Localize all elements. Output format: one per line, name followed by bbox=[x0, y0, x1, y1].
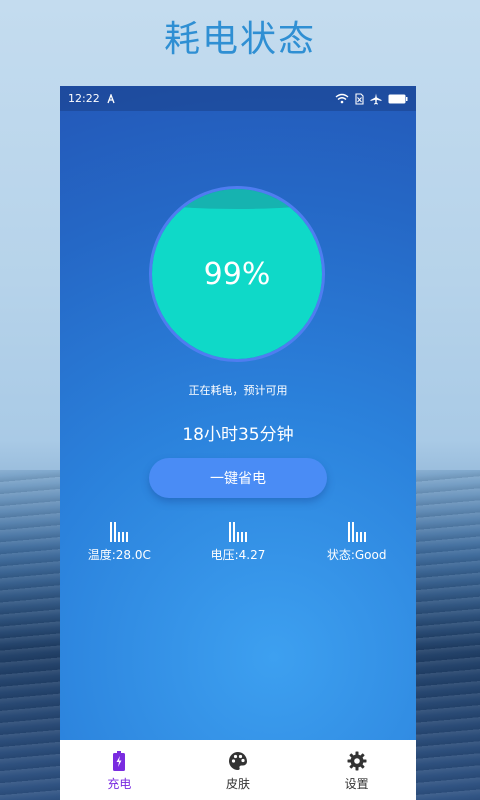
bottom-tab-bar: 充电 皮肤 设置 bbox=[60, 740, 416, 800]
remaining-time: 18小时35分钟 bbox=[182, 425, 294, 445]
page-headline: 耗电状态 bbox=[163, 19, 316, 60]
signal-bars-icon bbox=[347, 520, 366, 542]
stat-temperature: 温度:28.0C bbox=[60, 520, 179, 563]
battery-percent: 99% bbox=[203, 257, 271, 292]
battery-wave-crest bbox=[152, 189, 322, 209]
gear-icon bbox=[347, 749, 367, 773]
tab-charge-label: 充电 bbox=[107, 776, 132, 791]
tab-charge[interactable]: 充电 bbox=[60, 740, 179, 800]
one-key-save-button[interactable]: 一键省电 bbox=[149, 458, 327, 498]
signal-bars-icon bbox=[110, 520, 129, 542]
stat-health-label: 状态:Good bbox=[326, 548, 387, 562]
battery-level-gauge: 99% bbox=[149, 186, 325, 362]
palette-icon bbox=[228, 749, 248, 773]
status-time: 12:22 bbox=[68, 92, 100, 105]
tab-settings[interactable]: 设置 bbox=[297, 740, 416, 800]
tab-settings-label: 设置 bbox=[344, 776, 369, 791]
signal-bars-icon bbox=[229, 520, 247, 542]
stat-voltage: 电压:4.27 bbox=[179, 520, 298, 563]
battery-charging-icon bbox=[113, 749, 126, 773]
battery-stats: 温度:28.0C 电压:4.27 状态:Good bbox=[60, 520, 416, 563]
tab-skin[interactable]: 皮肤 bbox=[179, 740, 298, 800]
stat-health: 状态:Good bbox=[297, 520, 416, 563]
drain-status-text: 正在耗电，预计可用 bbox=[188, 384, 288, 397]
status-bar: 12:22 bbox=[60, 86, 416, 111]
phone-screen: 12:22 99% 正在耗电，预计可用 18小时35分钟 一键省电 温度:28.… bbox=[60, 86, 416, 800]
app-notification-icon bbox=[107, 93, 115, 103]
stat-voltage-label: 电压:4.27 bbox=[210, 548, 266, 562]
stat-temperature-label: 温度:28.0C bbox=[87, 548, 151, 562]
airplane-icon bbox=[370, 93, 382, 104]
no-sim-icon bbox=[355, 92, 364, 105]
battery-status-icon bbox=[388, 94, 408, 103]
wifi-icon bbox=[335, 93, 349, 104]
tab-skin-label: 皮肤 bbox=[226, 776, 251, 791]
